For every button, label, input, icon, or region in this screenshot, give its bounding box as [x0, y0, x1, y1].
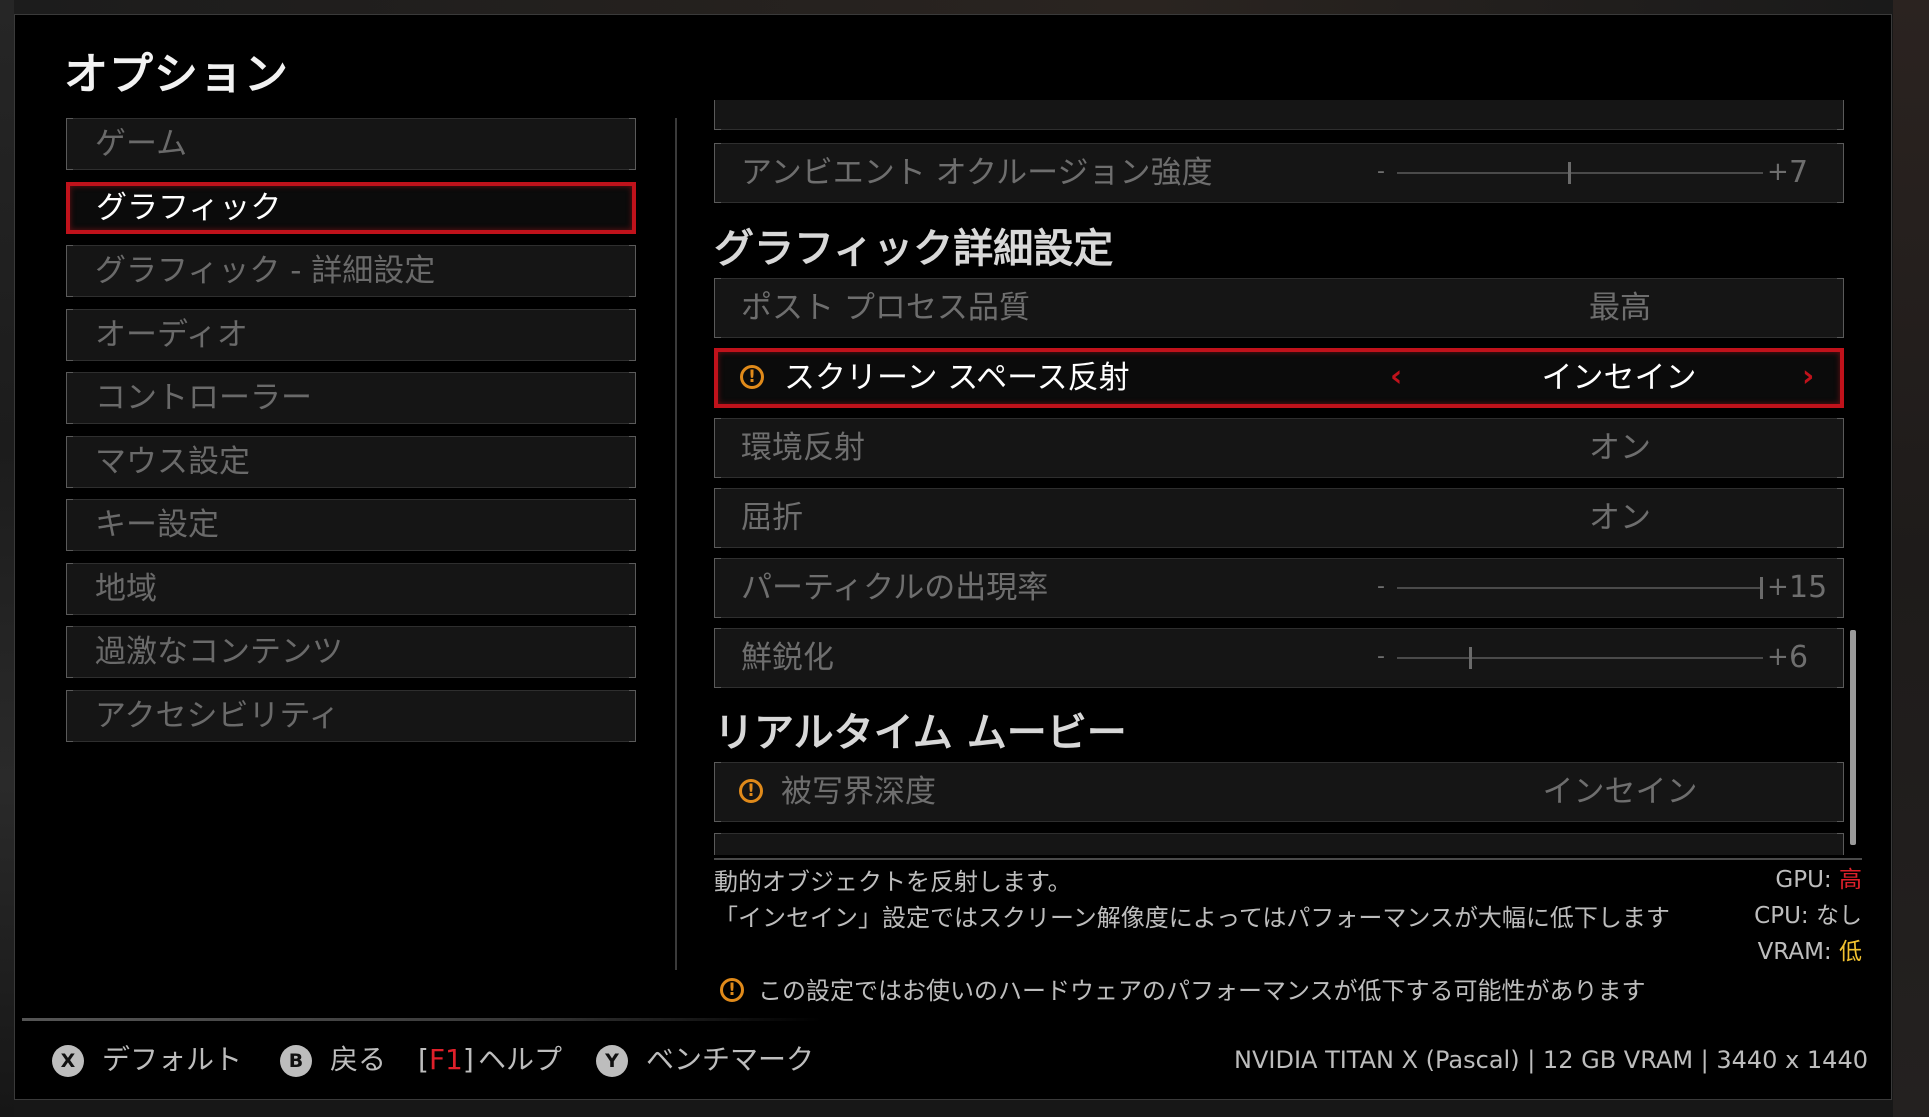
setting-value: オン — [1589, 500, 1651, 536]
slider-track[interactable] — [1397, 647, 1763, 669]
setting-depth-of-field[interactable]: ! 被写界深度 インセイン — [714, 762, 1844, 822]
setting-refraction[interactable]: 屈折 オン — [714, 488, 1844, 548]
nav-item-accessibility[interactable]: アクセシビリティ — [66, 689, 636, 742]
warning-icon: ! — [720, 978, 744, 1002]
vram-impact: VRAM: 低 — [1757, 939, 1862, 965]
setting-screen-space-reflection[interactable]: ! スクリーン スペース反射 ‹ インセイン › — [714, 348, 1844, 408]
setting-environment-reflection[interactable]: 環境反射 オン — [714, 418, 1844, 478]
setting-label: アンビエント オクルージョン強度 — [741, 155, 1213, 191]
nav-item-mouse[interactable]: マウス設定 — [66, 435, 636, 488]
nav-item-controller[interactable]: コントローラー — [66, 372, 636, 424]
background-right — [1893, 0, 1929, 1117]
warning-icon: ! — [739, 779, 763, 803]
section-title-advanced: グラフィック詳細設定 — [714, 226, 1114, 272]
hardware-impact: GPU: 高 CPU: なし VRAM: 低 — [1680, 862, 1862, 970]
slider-track[interactable] — [1397, 577, 1763, 599]
slider-plus[interactable]: + — [1767, 559, 1789, 615]
setting-label: パーティクルの出現率 — [741, 570, 1049, 606]
settings-scrollbar[interactable] — [1850, 630, 1856, 845]
slider-plus[interactable]: + — [1767, 629, 1789, 685]
hardware-info: NVIDIA TITAN X (Pascal) | 12 GB VRAM | 3… — [1234, 1046, 1868, 1074]
description-divider — [714, 858, 1862, 860]
nav-item-audio[interactable]: オーディオ — [66, 308, 636, 361]
slider-thumb[interactable] — [1568, 162, 1572, 184]
setting-post-process[interactable]: ポスト プロセス品質 最高 — [714, 278, 1844, 338]
setting-sharpen[interactable]: 鮮鋭化 - + 6 — [714, 628, 1844, 688]
slider-thumb[interactable] — [1760, 577, 1763, 599]
setting-label: 被写界深度 — [781, 774, 936, 810]
setting-row-clipped-top[interactable] — [714, 100, 1844, 130]
nav-item-graphics[interactable]: グラフィック — [66, 181, 636, 234]
nav-item-keys[interactable]: キー設定 — [66, 499, 636, 551]
setting-description: 動的オブジェクトを反射します。 「インセイン」設定ではスクリーン解像度によっては… — [714, 864, 1674, 936]
options-nav: ゲーム グラフィック グラフィック - 詳細設定 オーディオ コントローラー マ… — [66, 118, 636, 753]
setting-label: 鮮鋭化 — [741, 640, 834, 676]
y-button-icon: Y — [596, 1045, 628, 1077]
chevron-right-icon[interactable]: › — [1802, 362, 1814, 392]
slider-value: 6 — [1789, 640, 1809, 675]
cpu-impact: CPU: なし — [1754, 903, 1862, 929]
setting-particle-rate[interactable]: パーティクルの出現率 - + 15 — [714, 558, 1844, 618]
background-top — [14, 0, 1893, 14]
background-left — [0, 0, 14, 1117]
chevron-left-icon[interactable]: ‹ — [1390, 362, 1402, 392]
slider-value: 15 — [1789, 570, 1828, 605]
setting-value: 最高 — [1589, 290, 1651, 326]
gpu-impact: GPU: 高 — [1775, 867, 1862, 893]
setting-label: ポスト プロセス品質 — [741, 290, 1030, 326]
section-title-cinematic: リアルタイム ムービー — [714, 710, 1127, 756]
setting-label: 屈折 — [741, 500, 803, 536]
nav-item-graphics-advanced[interactable]: グラフィック - 詳細設定 — [66, 245, 636, 297]
vertical-divider — [675, 118, 677, 970]
setting-label: 環境反射 — [741, 430, 865, 466]
slider-minus[interactable]: - — [1377, 629, 1385, 685]
warning-text: この設定ではお使いのハードウェアのパフォーマンスが低下する可能性があります — [758, 977, 1646, 1005]
setting-value: インセイン — [1542, 774, 1698, 810]
slider-track[interactable] — [1397, 162, 1763, 184]
setting-label: スクリーン スペース反射 — [784, 360, 1130, 396]
setting-row-clipped-bottom[interactable] — [714, 833, 1844, 855]
setting-value: オン — [1589, 430, 1651, 466]
setting-ambient-occlusion[interactable]: アンビエント オクルージョン強度 - + 7 — [714, 143, 1844, 203]
slider-minus[interactable]: - — [1377, 559, 1385, 615]
slider-value: 7 — [1789, 155, 1809, 190]
slider-thumb[interactable] — [1469, 647, 1473, 669]
nav-item-region[interactable]: 地域 — [66, 562, 636, 615]
x-button-icon: X — [52, 1045, 84, 1077]
nav-item-game[interactable]: ゲーム — [66, 118, 636, 170]
f1-key-icon: [F1] — [418, 1043, 474, 1076]
b-button-icon: B — [280, 1045, 312, 1077]
footer-bar: X デフォルト B 戻る [F1] ヘルプ Y ベンチマーク NVIDIA TI… — [52, 1040, 1872, 1080]
nav-item-mature-content[interactable]: 過激なコンテンツ — [66, 626, 636, 678]
page-title: オプション — [64, 49, 289, 100]
warning-icon: ! — [740, 365, 764, 389]
setting-value: インセイン — [1541, 360, 1697, 396]
settings-list: アンビエント オクルージョン強度 - + 7 グラフィック詳細設定 ポスト プロ… — [714, 100, 1844, 855]
description-line-1: 動的オブジェクトを反射します。 — [714, 868, 1072, 896]
slider-minus[interactable]: - — [1377, 144, 1385, 200]
description-line-2: 「インセイン」設定ではスクリーン解像度によってはパフォーマンスが大幅に低下します — [714, 904, 1670, 932]
slider-plus[interactable]: + — [1767, 144, 1789, 200]
footer-divider — [22, 1018, 822, 1021]
